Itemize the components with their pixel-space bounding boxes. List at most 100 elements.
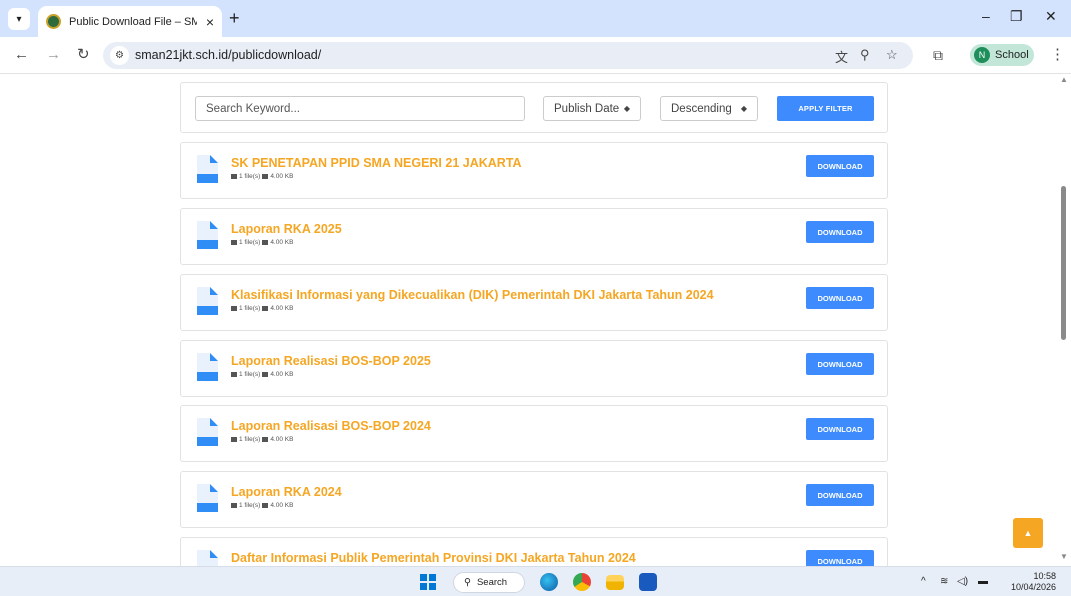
tab-title: Public Download File – SMA Ne — [69, 15, 197, 28]
download-button[interactable]: DOWNLOAD — [806, 484, 874, 506]
new-tab-button[interactable]: + — [229, 9, 240, 27]
taskbar-search[interactable]: ⚲ Search — [453, 572, 525, 593]
clock-date: 10/04/2026 — [1010, 582, 1056, 592]
sort-order-select[interactable]: Descending ◆ — [660, 96, 758, 121]
tab-search-icon[interactable]: ▾ — [8, 8, 30, 30]
download-meta: 1 file(s) 4.00 KB — [231, 436, 293, 443]
back-icon[interactable]: ← — [14, 46, 29, 64]
file-size: 4.00 KB — [270, 502, 294, 509]
select-caret-icon: ◆ — [740, 104, 747, 113]
download-item: Daftar Informasi Publik Pemerintah Provi… — [180, 537, 888, 566]
file-document-icon — [197, 353, 218, 381]
clock-time: 10:58 — [1033, 571, 1056, 581]
file-document-icon — [197, 287, 218, 315]
files-icon — [231, 503, 237, 508]
address-bar[interactable]: ⚙ sman21jkt.sch.id/publicdownload/ 文 ⚲ ☆ — [103, 42, 913, 69]
size-icon — [262, 372, 269, 377]
reload-icon[interactable]: ↻ — [77, 46, 90, 64]
extensions-icon[interactable]: ⧉ — [933, 46, 943, 64]
profile-button[interactable]: N School — [970, 44, 1034, 66]
bookmark-star-icon[interactable]: ☆ — [886, 47, 898, 63]
file-count: 1 file(s) — [239, 305, 261, 312]
download-item: Laporan RKA 2024 1 file(s) 4.00 KB DOWNLOAD — [180, 471, 888, 528]
volume-icon[interactable]: ◁) — [957, 576, 968, 587]
word-app-icon[interactable] — [639, 573, 657, 591]
files-icon — [231, 437, 237, 442]
site-info-icon[interactable]: ⚙ — [110, 46, 129, 65]
size-icon — [262, 437, 269, 442]
wifi-icon[interactable]: ≋ — [940, 576, 948, 587]
download-button[interactable]: DOWNLOAD — [806, 155, 874, 177]
scroll-down-icon[interactable]: ▼ — [1060, 552, 1068, 561]
file-count: 1 file(s) — [239, 502, 261, 509]
taskbar: ⚲ Search ^ ≋ ◁) ▬ 10:58 10/04/2026 — [0, 566, 1071, 596]
battery-icon[interactable]: ▬ — [978, 576, 988, 587]
edge-app-icon[interactable] — [540, 573, 558, 591]
select-caret-icon: ◆ — [623, 104, 630, 113]
download-title[interactable]: Klasifikasi Informasi yang Dikecualikan … — [231, 288, 714, 302]
download-meta: 1 file(s) 4.00 KB — [231, 239, 293, 246]
download-meta: 1 file(s) 4.00 KB — [231, 305, 293, 312]
download-button[interactable]: DOWNLOAD — [806, 353, 874, 375]
file-size: 4.00 KB — [270, 239, 294, 246]
size-icon — [262, 174, 269, 179]
forward-icon[interactable]: → — [46, 46, 61, 64]
browser-tabstrip: ▾ Public Download File – SMA Ne × + – ❐ … — [0, 0, 1071, 37]
files-icon — [231, 240, 237, 245]
file-document-icon — [197, 484, 218, 512]
search-input[interactable] — [195, 96, 525, 121]
download-title[interactable]: Laporan RKA 2024 — [231, 485, 342, 499]
size-icon — [262, 240, 269, 245]
download-button[interactable]: DOWNLOAD — [806, 287, 874, 309]
menu-icon[interactable]: ⋮ — [1050, 46, 1065, 64]
size-icon — [262, 306, 269, 311]
page-scrollbar[interactable]: ▲ ▼ — [1057, 74, 1071, 566]
download-title[interactable]: Laporan RKA 2025 — [231, 222, 342, 236]
browser-toolbar: ← → ↻ ⚙ sman21jkt.sch.id/publicdownload/… — [0, 37, 1071, 74]
scroll-up-icon[interactable]: ▲ — [1060, 75, 1068, 84]
filter-bar: Publish Date ◆ Descending ◆ APPLY FILTER — [180, 82, 888, 133]
url-text[interactable]: sman21jkt.sch.id/publicdownload/ — [135, 48, 321, 62]
download-meta: 1 file(s) 4.00 KB — [231, 173, 293, 180]
download-button[interactable]: DOWNLOAD — [806, 418, 874, 440]
system-clock[interactable]: 10:58 10/04/2026 — [1004, 571, 1056, 593]
size-icon — [262, 503, 269, 508]
browser-tab-active[interactable]: Public Download File – SMA Ne × — [38, 6, 222, 37]
file-size: 4.00 KB — [270, 436, 294, 443]
download-title[interactable]: Daftar Informasi Publik Pemerintah Provi… — [231, 551, 636, 565]
download-title[interactable]: SK PENETAPAN PPID SMA NEGERI 21 JAKARTA — [231, 156, 522, 170]
tab-close-icon[interactable]: × — [206, 14, 214, 30]
file-explorer-icon[interactable] — [606, 575, 624, 590]
download-meta: 1 file(s) 4.00 KB — [231, 371, 293, 378]
translate-icon[interactable]: 文 — [835, 47, 848, 66]
minimize-icon[interactable]: – — [982, 8, 990, 24]
sort-field-select[interactable]: Publish Date ◆ — [543, 96, 641, 121]
windows-start-icon[interactable] — [420, 574, 436, 590]
download-title[interactable]: Laporan Realisasi BOS-BOP 2024 — [231, 419, 431, 433]
download-button[interactable]: DOWNLOAD — [806, 221, 874, 243]
tray-chevron-icon[interactable]: ^ — [921, 576, 926, 587]
taskbar-search-label: Search — [476, 577, 508, 588]
file-size: 4.00 KB — [270, 173, 294, 180]
back-to-top-icon: ▲ — [1023, 528, 1033, 538]
file-document-icon — [197, 418, 218, 446]
restore-icon[interactable]: ❐ — [1010, 8, 1023, 25]
download-meta: 1 file(s) 4.00 KB — [231, 502, 293, 509]
chrome-app-icon[interactable] — [573, 573, 591, 591]
download-item: Laporan RKA 2025 1 file(s) 4.00 KB DOWNLOAD — [180, 208, 888, 265]
page-viewport: Publish Date ◆ Descending ◆ APPLY FILTER… — [0, 74, 1071, 566]
file-document-icon — [197, 155, 218, 183]
file-size: 4.00 KB — [270, 305, 294, 312]
files-icon — [231, 372, 237, 377]
site-favicon-icon — [46, 14, 61, 29]
download-button[interactable]: DOWNLOAD — [806, 550, 874, 566]
back-to-top-button[interactable]: ▲ — [1013, 518, 1043, 548]
download-item: SK PENETAPAN PPID SMA NEGERI 21 JAKARTA 1… — [180, 142, 888, 199]
zoom-icon[interactable]: ⚲ — [860, 47, 870, 63]
scroll-thumb[interactable] — [1061, 186, 1066, 340]
download-item: Klasifikasi Informasi yang Dikecualikan … — [180, 274, 888, 331]
download-item: Laporan Realisasi BOS-BOP 2025 1 file(s) 4… — [180, 340, 888, 397]
window-close-icon[interactable]: ✕ — [1045, 8, 1057, 25]
apply-filter-button[interactable]: APPLY FILTER — [777, 96, 874, 121]
download-title[interactable]: Laporan Realisasi BOS-BOP 2025 — [231, 354, 431, 368]
